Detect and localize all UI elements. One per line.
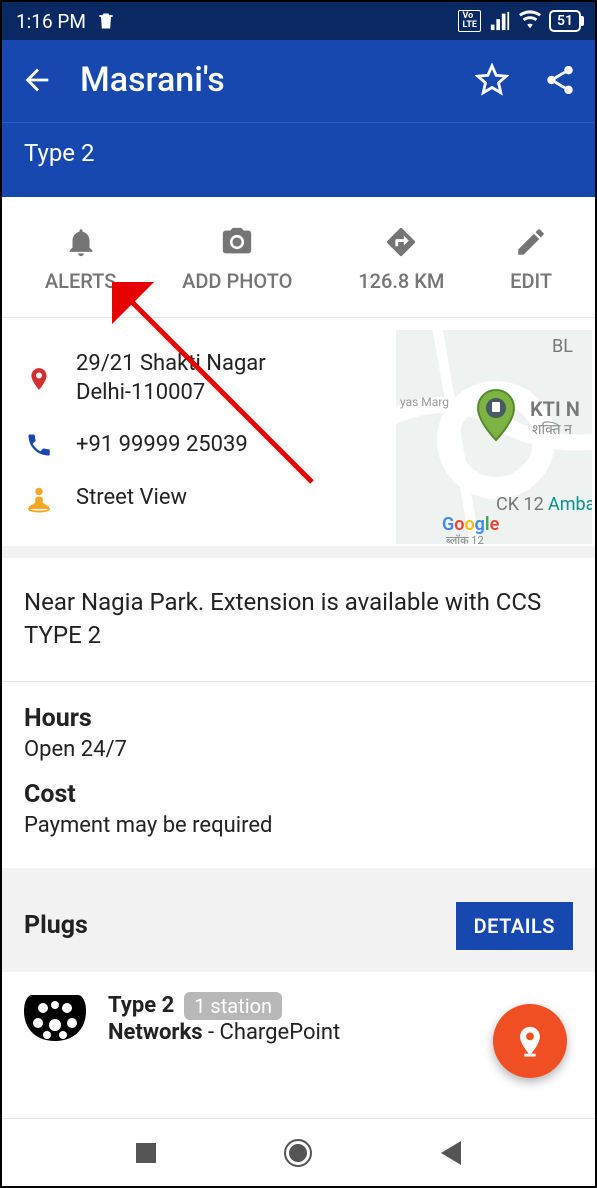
- edit-label: EDIT: [510, 269, 552, 293]
- svg-text:BL: BL: [552, 336, 573, 357]
- address-line2: Delhi-110007: [76, 379, 266, 408]
- hours-cost-section: Hours Open 24/7 Cost Payment may be requ…: [2, 682, 595, 880]
- status-time: 1:16 PM: [16, 10, 86, 33]
- locate-fab[interactable]: [493, 1004, 567, 1078]
- page-title: Masrani's: [80, 60, 225, 100]
- phone-text: +91 99999 25039: [76, 431, 248, 460]
- svg-text:KTI N: KTI N: [530, 397, 580, 421]
- map-thumbnail[interactable]: BL yas Marg S KTI N शक्ति न CK 12 Amba G…: [396, 330, 592, 544]
- bell-icon: [64, 225, 98, 259]
- pencil-icon: [514, 225, 548, 259]
- streetview-text: Street View: [76, 484, 187, 513]
- share-button[interactable]: [543, 63, 577, 97]
- plug-type: Type 2: [108, 993, 174, 1018]
- cost-label: Cost: [24, 780, 573, 809]
- phone-icon: [24, 431, 54, 459]
- alerts-label: ALERTS: [45, 269, 116, 293]
- networks-label: Networks: [108, 1020, 203, 1045]
- plugs-header: Plugs DETAILS: [2, 880, 595, 972]
- edit-button[interactable]: EDIT: [510, 225, 552, 293]
- add-photo-label: ADD PHOTO: [182, 269, 292, 293]
- info-section: 29/21 Shakti Nagar Delhi-110007 +91 9999…: [2, 318, 595, 558]
- app-bar: Masrani's: [2, 40, 595, 122]
- directions-icon: [384, 225, 418, 259]
- home-button[interactable]: [284, 1139, 312, 1167]
- svg-text:CK 12: CK 12: [496, 494, 544, 515]
- favorite-button[interactable]: [475, 63, 509, 97]
- distance-button[interactable]: 126.8 KM: [358, 225, 444, 293]
- address-line1: 29/21 Shakti Nagar: [76, 350, 266, 379]
- svg-text:Amba: Amba: [548, 494, 592, 515]
- distance-label: 126.8 KM: [358, 269, 444, 293]
- camera-icon: [220, 225, 254, 259]
- hours-label: Hours: [24, 704, 573, 733]
- svg-text:शक्ति न: शक्ति न: [532, 421, 572, 438]
- back-button[interactable]: [20, 63, 54, 97]
- svg-text:yas Marg: yas Marg: [400, 395, 449, 409]
- status-bar: 1:16 PM VoLTE 51: [2, 2, 595, 40]
- svg-text:Google: Google: [442, 514, 500, 535]
- plugs-title: Plugs: [24, 911, 88, 940]
- pin-icon: [24, 362, 54, 396]
- add-photo-button[interactable]: ADD PHOTO: [182, 225, 292, 293]
- networks-value: - ChargePoint: [203, 1020, 341, 1045]
- plug-type2-icon: [24, 993, 86, 1043]
- recents-button[interactable]: [136, 1143, 156, 1163]
- station-badge: 1 station: [184, 992, 282, 1020]
- subheader: Type 2: [2, 122, 595, 197]
- cost-value: Payment may be required: [24, 813, 573, 838]
- details-button[interactable]: DETAILS: [456, 902, 573, 950]
- volte-icon: VoLTE: [458, 10, 481, 32]
- nav-back-button[interactable]: [441, 1141, 461, 1165]
- location-icon: [513, 1024, 547, 1058]
- battery-icon: 51: [549, 10, 581, 32]
- signal-icon: [489, 10, 511, 32]
- wifi-icon: [519, 10, 541, 32]
- svg-text:ब्लॉक 12: ब्लॉक 12: [446, 534, 484, 544]
- android-nav-bar: [2, 1118, 595, 1186]
- trash-icon: [96, 11, 116, 31]
- streetview-icon: [24, 484, 54, 514]
- actions-row: ALERTS ADD PHOTO 126.8 KM EDIT: [2, 197, 595, 318]
- alerts-button[interactable]: ALERTS: [45, 225, 116, 293]
- hours-value: Open 24/7: [24, 737, 573, 762]
- description: Near Nagia Park. Extension is available …: [2, 558, 595, 682]
